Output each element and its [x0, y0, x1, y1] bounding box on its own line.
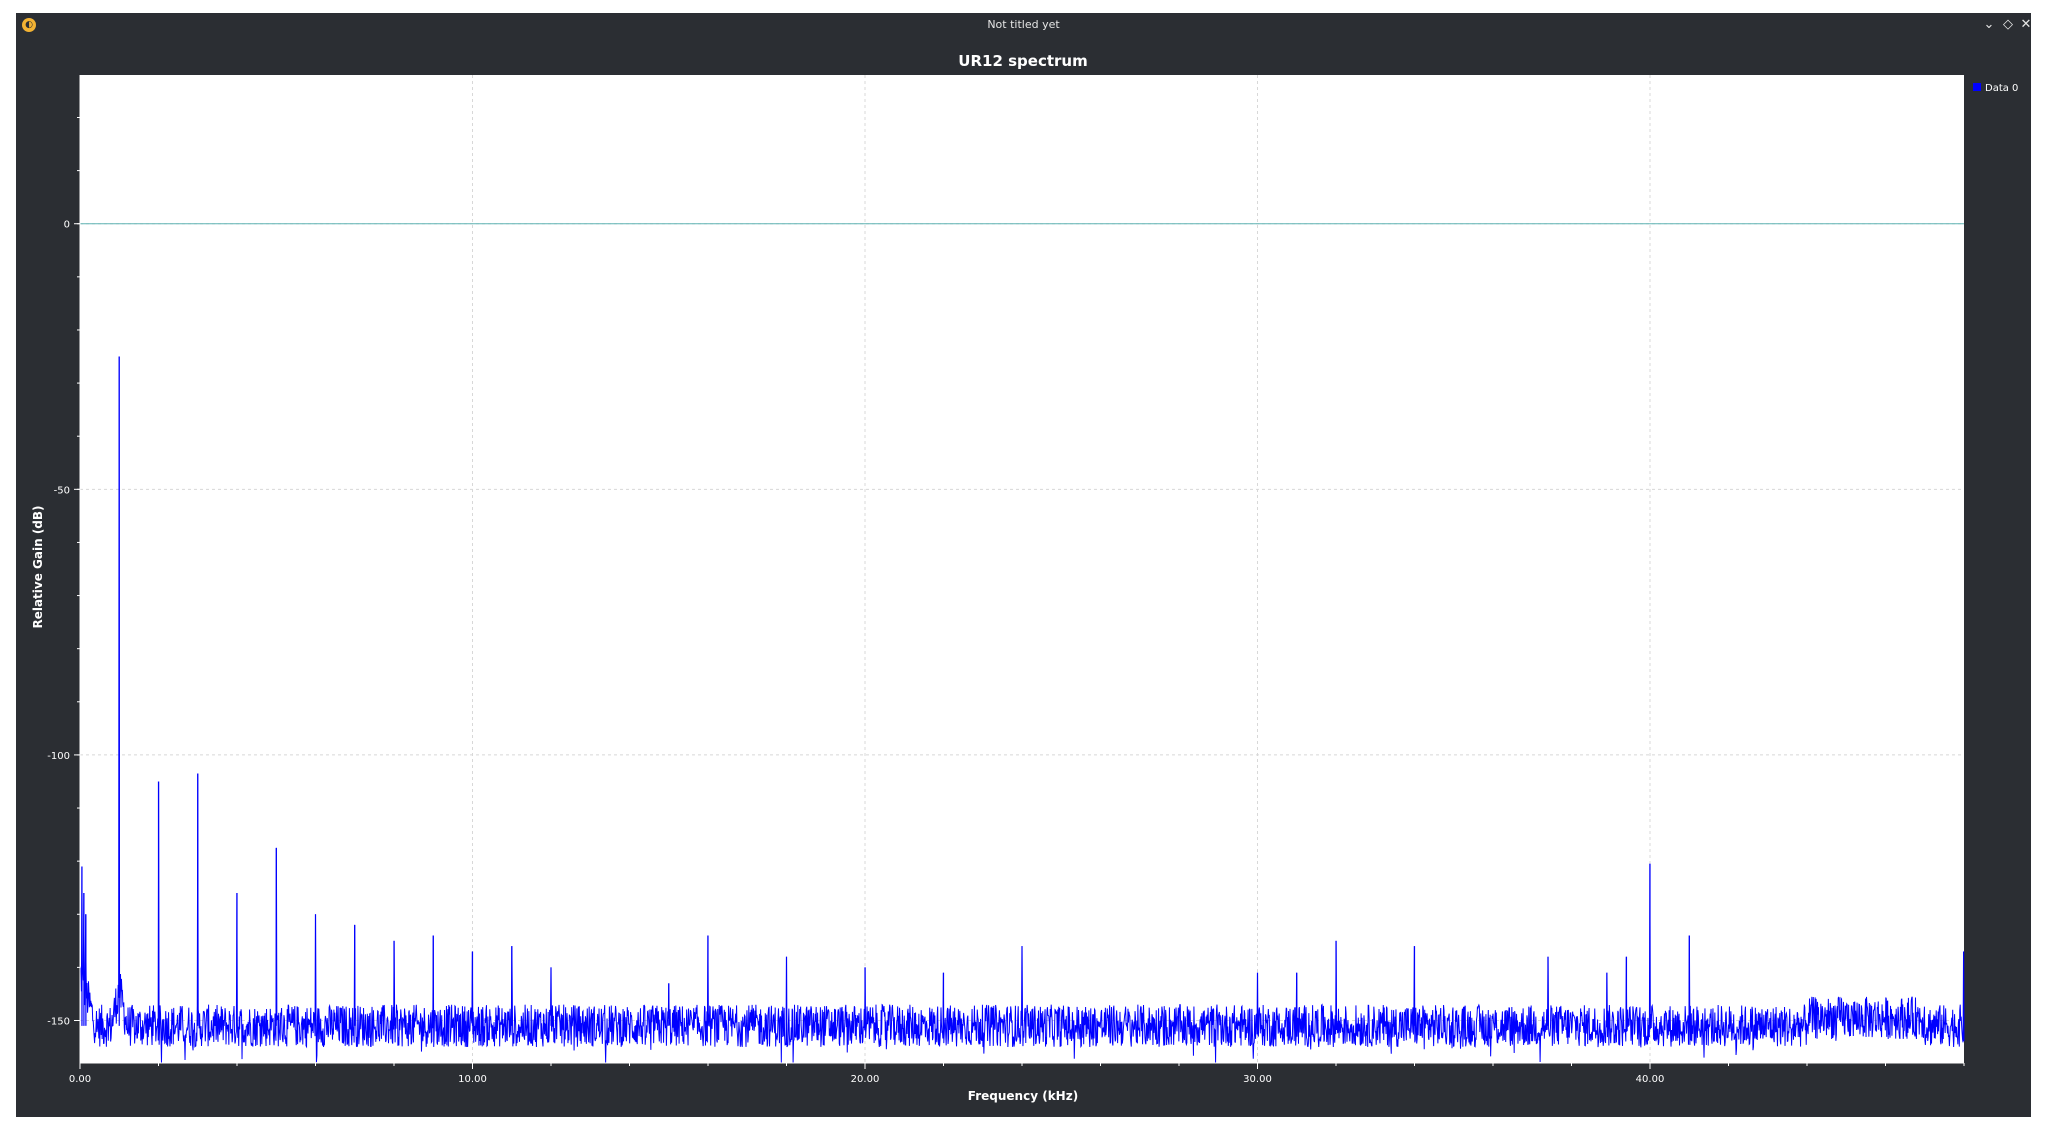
chevron-down-icon[interactable]: ⌄ — [1980, 16, 1998, 34]
legend-label-data-0: Data 0 — [1985, 83, 2018, 94]
x-axis-label: Frequency (kHz) — [968, 1089, 1078, 1103]
y-tick-label: -150 — [47, 1017, 70, 1028]
y-tick-label: 0 — [64, 220, 70, 231]
x-tick-label: 40.00 — [1636, 1074, 1665, 1085]
diamond-icon[interactable]: ◇ — [1999, 16, 2017, 34]
plot-area: UR12 spectrum 0.00 10.00 20.00 30.00 40.00 0 -… — [16, 37, 2031, 1121]
close-icon[interactable]: ✕ — [2017, 16, 2035, 34]
y-tick-label: -100 — [47, 751, 70, 762]
legend: Data 0 — [1973, 83, 2018, 94]
legend-swatch-data-0 — [1973, 83, 1981, 91]
x-tick-label: 20.00 — [851, 1074, 880, 1085]
title-bar[interactable]: ◐ Not titled yet ⌄ ◇ ✕ — [16, 13, 2031, 37]
x-tick-label: 0.00 — [69, 1074, 91, 1085]
x-tick-label: 10.00 — [458, 1074, 487, 1085]
y-tick-label: -50 — [54, 485, 70, 496]
window-title: Not titled yet — [987, 18, 1060, 31]
spectrum-chart: UR12 spectrum 0.00 10.00 20.00 30.00 40.00 0 -… — [31, 52, 2018, 1103]
y-axis-label: Relative Gain (dB) — [31, 505, 45, 628]
chart-title: UR12 spectrum — [958, 52, 1087, 70]
plot-background — [80, 75, 1964, 1063]
app-window: ◐ Not titled yet ⌄ ◇ ✕ UR12 spectrum 0.0… — [16, 13, 2031, 1117]
x-tick-label: 30.00 — [1243, 1074, 1272, 1085]
